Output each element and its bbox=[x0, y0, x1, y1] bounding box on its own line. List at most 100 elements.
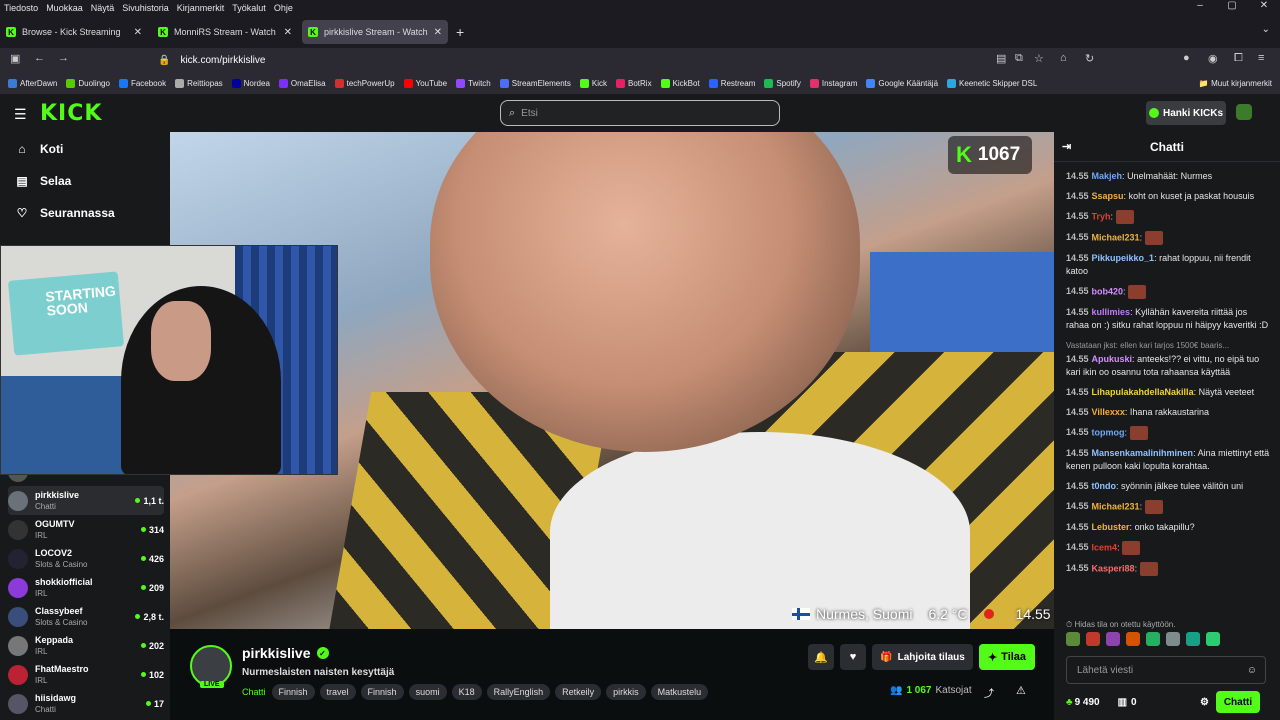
message-username[interactable]: Makjeh bbox=[1092, 171, 1123, 181]
channel-points[interactable]: 9 490 bbox=[1075, 697, 1100, 708]
menu-item[interactable]: Näytä bbox=[87, 3, 119, 13]
bookmark-item[interactable]: Google Kääntäjä bbox=[866, 78, 938, 88]
kick-logo[interactable]: KICK bbox=[40, 101, 102, 126]
message-username[interactable]: Apukuski bbox=[1092, 354, 1133, 364]
channel-item[interactable]: hiisidawg Chatti 17 bbox=[8, 689, 164, 718]
emote-icon[interactable] bbox=[1106, 632, 1120, 646]
stream-tag[interactable]: suomi bbox=[408, 684, 447, 700]
stream-tag[interactable]: Matkustelu bbox=[650, 684, 709, 700]
message-username[interactable]: Michael231 bbox=[1092, 501, 1140, 511]
message-username[interactable]: topmog bbox=[1092, 427, 1125, 437]
collapse-chat-icon[interactable]: ⇥ bbox=[1062, 140, 1071, 153]
bookmark-item[interactable]: Restream bbox=[708, 78, 755, 88]
gift-sub-button[interactable]: 🎁 Lahjoita tilaus bbox=[872, 644, 973, 670]
stream-tag[interactable]: Finnish bbox=[360, 684, 404, 700]
close-window-icon[interactable]: ✕ bbox=[1248, 0, 1280, 16]
menu-item[interactable]: Sivuhistoria bbox=[118, 3, 173, 13]
home-icon[interactable]: ⌂ bbox=[1060, 52, 1067, 64]
chat-input[interactable]: Lähetä viesti ☺ bbox=[1066, 656, 1266, 684]
chat-send-button[interactable]: Chatti bbox=[1216, 691, 1260, 713]
emote-icon[interactable] bbox=[1146, 632, 1160, 646]
message-username[interactable]: Villexxx bbox=[1092, 407, 1125, 417]
emote-icon[interactable] bbox=[1186, 632, 1200, 646]
bookmark-item[interactable]: StreamElements bbox=[499, 78, 571, 88]
url-bar[interactable]: 🔒 kick.com/pirkkislive bbox=[150, 50, 1080, 70]
bookmark-item[interactable]: KickBot bbox=[660, 78, 700, 88]
app-menu-icon[interactable]: ≡ bbox=[1258, 52, 1264, 64]
menu-item[interactable]: Työkalut bbox=[228, 3, 270, 13]
screenshot-icon[interactable]: ⧉ bbox=[1015, 52, 1023, 65]
share-icon[interactable]: ⤴ bbox=[984, 685, 994, 700]
emote-icon[interactable] bbox=[1126, 632, 1140, 646]
close-tab-icon[interactable]: ✕ bbox=[434, 27, 442, 38]
emote-icon[interactable] bbox=[1066, 632, 1080, 646]
bookmark-item[interactable]: Duolingo bbox=[66, 78, 110, 88]
account-icon[interactable]: ● bbox=[1183, 52, 1190, 64]
nav-browse[interactable]: ▤ Selaa bbox=[14, 174, 71, 188]
menu-item[interactable]: Muokkaa bbox=[42, 3, 87, 13]
stream-tag[interactable]: K18 bbox=[451, 684, 482, 700]
user-avatar[interactable] bbox=[1236, 104, 1252, 120]
message-username[interactable]: bob420 bbox=[1092, 286, 1124, 296]
nav-following[interactable]: ♡ Seurannassa bbox=[14, 206, 115, 220]
extension-badge-icon[interactable]: ◉ bbox=[1208, 52, 1218, 65]
stream-tag[interactable]: RallyEnglish bbox=[486, 684, 551, 700]
stream-tag[interactable]: travel bbox=[319, 684, 356, 700]
stream-tag[interactable]: Retkeily bbox=[555, 684, 602, 700]
other-bookmarks[interactable]: 📁 Muut kirjanmerkit bbox=[1199, 79, 1272, 88]
message-username[interactable]: Tryh bbox=[1092, 211, 1111, 221]
message-username[interactable]: Ssapsu bbox=[1092, 191, 1124, 201]
report-icon[interactable]: ⚠ bbox=[1016, 684, 1026, 697]
follow-heart-button[interactable]: ♥ bbox=[840, 644, 866, 670]
bookmark-item[interactable]: Keenetic Skipper DSL bbox=[947, 78, 1037, 88]
message-username[interactable]: Pikkupeikko_1 bbox=[1092, 253, 1155, 263]
stream-category[interactable]: Chatti bbox=[242, 687, 266, 697]
menu-item[interactable]: Ohje bbox=[270, 3, 297, 13]
streamer-name[interactable]: pirkkislive ✓ bbox=[242, 645, 329, 661]
stream-tag[interactable]: pirkkis bbox=[606, 684, 646, 700]
menu-item[interactable]: Tiedosto bbox=[0, 3, 42, 13]
emoji-icon[interactable]: ☺ bbox=[1247, 665, 1257, 676]
tab-browse[interactable]: K Browse - Kick Streaming ✕ bbox=[0, 20, 148, 44]
message-username[interactable]: t0ndo bbox=[1092, 481, 1117, 491]
search-input[interactable]: ⌕ Etsi bbox=[500, 100, 780, 126]
bookmark-item[interactable]: Nordea bbox=[231, 78, 270, 88]
tab-monnirs[interactable]: K MonniRS Stream - Watch L ✕ bbox=[152, 20, 298, 44]
sidebar-toggle-icon[interactable]: ▣ bbox=[10, 52, 20, 65]
stream-tag[interactable]: Finnish bbox=[271, 684, 315, 700]
bookmark-item[interactable]: Spotify bbox=[764, 78, 801, 88]
emote-icon[interactable] bbox=[1206, 632, 1220, 646]
channel-item[interactable]: OGUMTV IRL 314 bbox=[8, 515, 164, 544]
bookmark-item[interactable]: techPowerUp bbox=[334, 78, 395, 88]
bookmark-item[interactable]: Kick bbox=[579, 78, 607, 88]
nav-home[interactable]: ⌂ Koti bbox=[14, 142, 63, 156]
channel-item[interactable]: pirkkislive Chatti 1,1 t. bbox=[8, 486, 164, 515]
emote-icon[interactable] bbox=[1166, 632, 1180, 646]
notification-bell-button[interactable]: 🔔 bbox=[808, 644, 834, 670]
channel-item[interactable]: shokkiofficial IRL 209 bbox=[8, 573, 164, 602]
maximize-icon[interactable]: ▢ bbox=[1216, 0, 1248, 16]
subscribe-button[interactable]: ✦ Tilaa bbox=[979, 644, 1035, 670]
message-username[interactable]: Icem4 bbox=[1092, 542, 1118, 552]
message-username[interactable]: Kasperi88 bbox=[1092, 563, 1135, 573]
gift-box-icon[interactable]: ▥ bbox=[1118, 697, 1127, 708]
tab-list-icon[interactable]: ⌄ bbox=[1262, 24, 1270, 35]
close-tab-icon[interactable]: ✕ bbox=[134, 27, 142, 38]
channel-item[interactable]: Keppada IRL 202 bbox=[8, 631, 164, 660]
new-tab-icon[interactable]: + bbox=[456, 24, 464, 40]
channel-item[interactable]: Classybeef Slots & Casino 2,8 t. bbox=[8, 602, 164, 631]
bookmark-star-icon[interactable]: ☆ bbox=[1034, 52, 1044, 65]
menu-item[interactable]: Kirjanmerkit bbox=[173, 3, 229, 13]
get-kicks-button[interactable]: Hanki KICKs bbox=[1146, 101, 1226, 125]
minimize-icon[interactable]: – bbox=[1184, 0, 1216, 16]
bookmark-item[interactable]: Reittiopas bbox=[175, 78, 223, 88]
menu-icon[interactable]: ☰ bbox=[14, 106, 27, 123]
message-username[interactable]: kullimies bbox=[1092, 307, 1131, 317]
emote-icon[interactable] bbox=[1086, 632, 1100, 646]
message-username[interactable]: LihapulakahdellaNakilla bbox=[1092, 387, 1194, 397]
reload-icon[interactable]: ↻ bbox=[1085, 52, 1094, 65]
extensions-icon[interactable]: ⧠ bbox=[1234, 52, 1243, 65]
bookmark-item[interactable]: Facebook bbox=[118, 78, 166, 88]
message-username[interactable]: Lebuster bbox=[1092, 522, 1130, 532]
bookmark-item[interactable]: Twitch bbox=[456, 78, 491, 88]
